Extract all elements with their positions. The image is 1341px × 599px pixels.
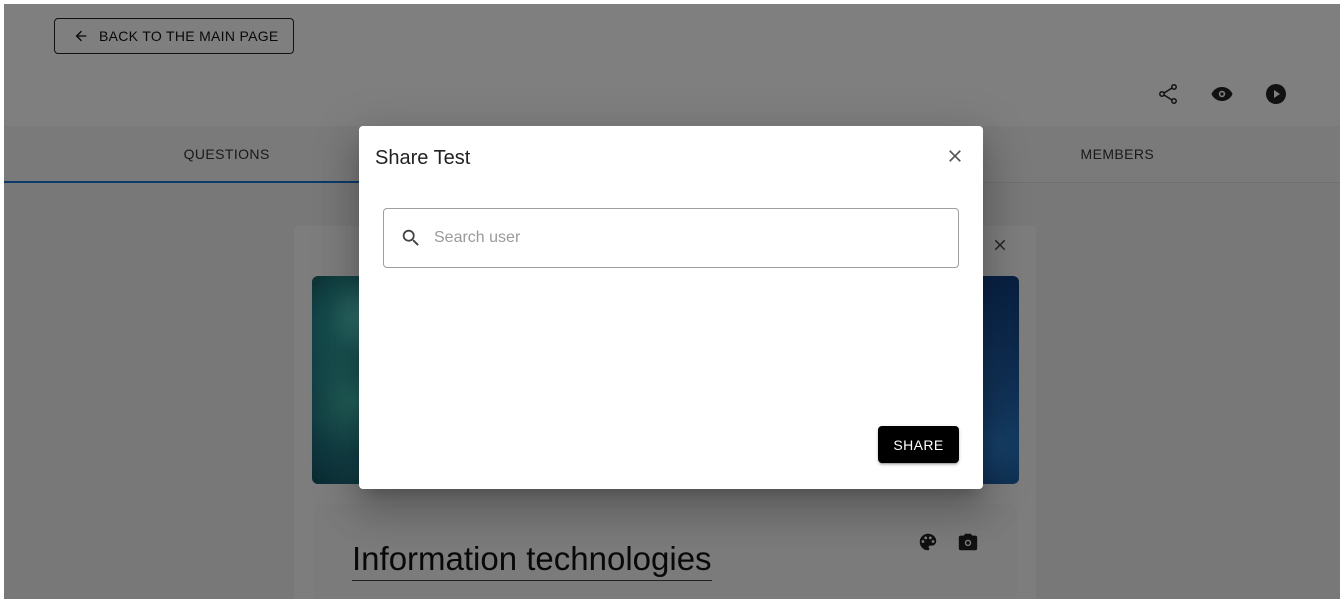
dialog-title: Share Test [375, 147, 471, 169]
share-button[interactable]: SHARE [878, 426, 959, 463]
search-user-input[interactable] [432, 228, 936, 248]
search-icon [402, 229, 419, 246]
page: BACK TO THE MAIN PAGE QUESTIONS MEMBERS … [4, 4, 1340, 599]
share-test-dialog: Share Test SHARE [359, 126, 983, 489]
search-field[interactable] [383, 208, 959, 268]
close-icon[interactable] [943, 144, 967, 168]
